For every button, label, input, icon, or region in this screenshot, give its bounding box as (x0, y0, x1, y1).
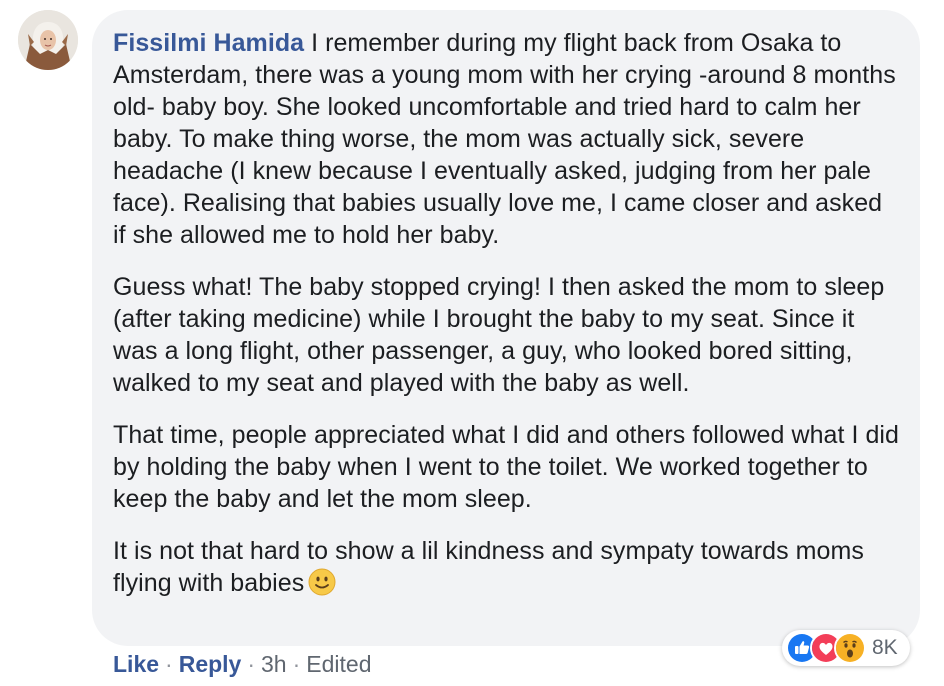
comment-text: Fissilmi Hamida I remember during my fli… (113, 27, 900, 599)
comment-bubble: Fissilmi Hamida I remember during my fli… (92, 10, 920, 646)
separator-dot: · (247, 651, 256, 677)
separator-dot: · (165, 651, 173, 677)
reply-button[interactable]: Reply (179, 651, 242, 677)
comment-timestamp[interactable]: 3h (261, 651, 287, 677)
comment-actions: Like · Reply · 3h · Edited (113, 648, 372, 680)
comment-paragraph-4: It is not that hard to show a lil kindne… (113, 535, 900, 599)
comment-paragraph-2: Guess what! The baby stopped crying! I t… (113, 273, 885, 397)
author-name[interactable]: Fissilmi Hamida (113, 29, 304, 57)
paragraph-text: It is not that hard to show a lil kindne… (113, 537, 864, 597)
wow-icon (834, 632, 866, 664)
reaction-count: 8K (872, 636, 898, 659)
like-button[interactable]: Like (113, 651, 159, 677)
paragraph-text: I remember during my flight back from Os… (113, 29, 896, 249)
reactions-summary[interactable]: 8K (782, 630, 910, 666)
comment-paragraph-3: That time, people appreciated what I did… (113, 421, 899, 513)
avatar[interactable] (18, 10, 78, 70)
separator-dot: · (292, 651, 301, 677)
comment-paragraph-1: Fissilmi Hamida I remember during my fli… (113, 27, 900, 251)
edited-label[interactable]: Edited (306, 651, 371, 677)
smiling-face-emoji (308, 568, 336, 596)
